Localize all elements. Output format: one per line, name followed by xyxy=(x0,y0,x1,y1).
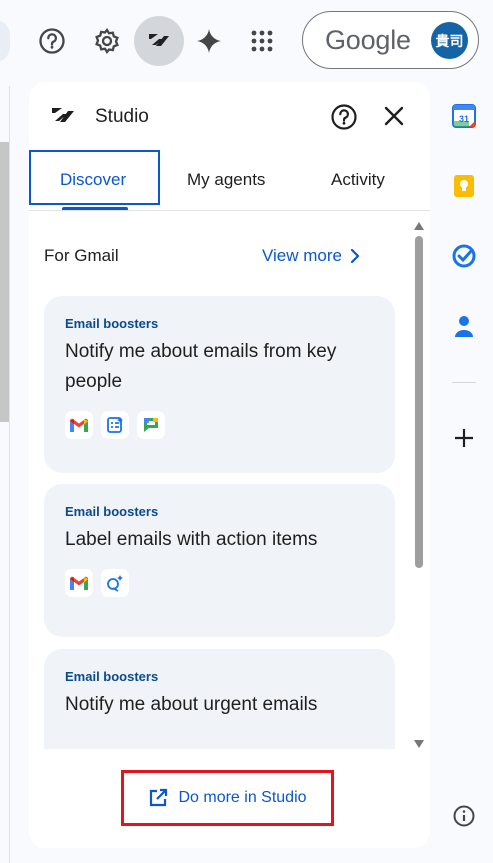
tabs-divider xyxy=(29,210,430,211)
card-category: Email boosters xyxy=(65,669,159,684)
calendar-icon[interactable]: 31 xyxy=(450,102,478,130)
search-bar-edge[interactable] xyxy=(0,20,10,62)
avatar[interactable]: 貴司 xyxy=(431,22,468,59)
studio-panel: Studio Discover My agents Activity For G… xyxy=(29,82,430,848)
gmail-icon xyxy=(65,411,93,439)
view-more-link[interactable]: View more xyxy=(262,246,360,266)
chevron-right-icon xyxy=(350,248,360,264)
card-title: Notify me about urgent emails xyxy=(65,694,318,715)
do-more-label: Do more in Studio xyxy=(178,789,307,806)
agent-card[interactable]: Email boosters Notify me about emails fr… xyxy=(44,296,395,473)
settings-icon[interactable] xyxy=(89,23,125,59)
agent-card[interactable]: Email boosters Label emails with action … xyxy=(44,484,395,637)
agent-card[interactable]: Email boosters Notify me about urgent em… xyxy=(44,649,395,749)
do-more-in-studio-button[interactable]: Do more in Studio xyxy=(121,770,334,826)
google-logo: Google xyxy=(325,24,411,55)
sheets-icon xyxy=(101,411,129,439)
card-category: Email boosters xyxy=(65,504,159,519)
discover-list[interactable]: For Gmail View more Email boosters Notif… xyxy=(29,212,430,749)
gmail-icon xyxy=(65,569,93,597)
panel-scrollbar-thumb[interactable] xyxy=(415,236,423,568)
add-icon[interactable] xyxy=(450,424,478,452)
card-app-icons xyxy=(65,411,374,439)
keep-icon[interactable] xyxy=(450,172,478,200)
card-title: Label emails with action items xyxy=(65,529,318,550)
contacts-icon[interactable] xyxy=(450,312,478,340)
google-chat-icon xyxy=(137,411,165,439)
close-icon[interactable] xyxy=(384,106,404,131)
open-in-new-icon xyxy=(150,788,168,807)
scroll-down-arrow-icon[interactable] xyxy=(413,736,425,754)
apps-grid-icon[interactable] xyxy=(244,23,280,59)
left-pane-border xyxy=(9,86,10,863)
google-account-button[interactable]: Google 貴司 xyxy=(302,11,479,69)
card-category: Email boosters xyxy=(65,316,159,331)
card-title: Notify me about emails from key people xyxy=(65,341,337,392)
gemini-icon[interactable] xyxy=(191,23,227,59)
tab-my-agents[interactable]: My agents xyxy=(187,170,265,190)
scroll-up-arrow-icon[interactable] xyxy=(413,218,425,236)
svg-text:31: 31 xyxy=(459,114,469,124)
card-app-icons xyxy=(65,569,374,597)
tab-activity[interactable]: Activity xyxy=(331,170,385,190)
panel-help-icon[interactable] xyxy=(330,103,358,136)
panel-title: Studio xyxy=(95,106,149,127)
section-label: For Gmail xyxy=(44,246,119,265)
tab-discover[interactable]: Discover xyxy=(60,170,126,190)
studio-logo-icon xyxy=(51,106,77,133)
view-more-label: View more xyxy=(262,246,342,265)
gemini-tool-icon xyxy=(101,569,129,597)
info-icon[interactable] xyxy=(450,802,478,830)
studio-icon[interactable] xyxy=(134,16,184,66)
help-icon[interactable] xyxy=(34,23,70,59)
rail-divider xyxy=(452,382,476,383)
tasks-icon[interactable] xyxy=(450,242,478,270)
left-pane-scrollbar[interactable] xyxy=(0,142,9,422)
